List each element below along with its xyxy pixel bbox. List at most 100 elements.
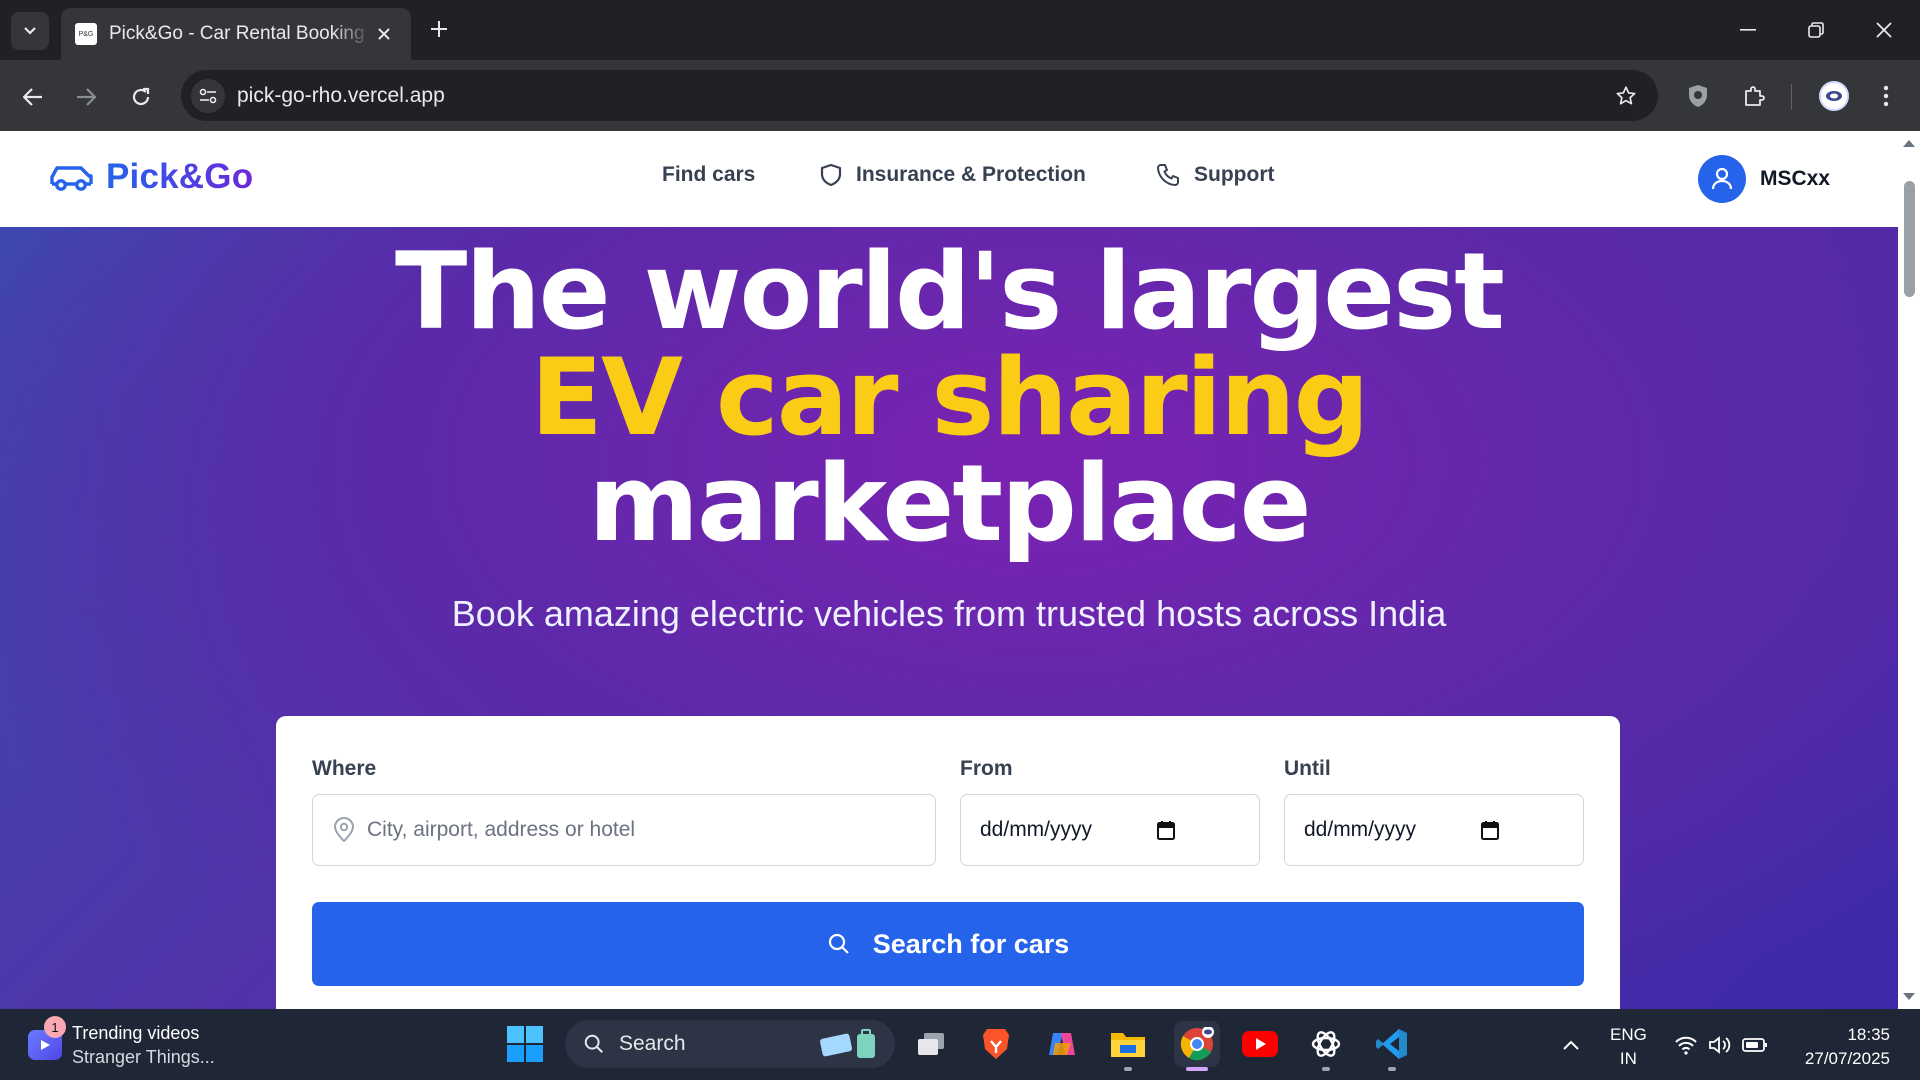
widget-title: Trending videos [72, 1023, 200, 1043]
app-running-indicator [1124, 1067, 1132, 1071]
input-language-indicator[interactable]: ENG IN [1610, 1023, 1647, 1071]
until-label: Until [1284, 757, 1331, 780]
search-for-cars-button[interactable]: Search for cars [312, 902, 1584, 986]
lang-line1: ENG [1610, 1025, 1647, 1044]
chatgpt-icon [1311, 1031, 1341, 1057]
extension-shield-button[interactable] [1678, 76, 1718, 116]
toolbar-divider [1791, 84, 1792, 110]
close-window-button[interactable] [1856, 8, 1912, 52]
back-button[interactable] [14, 78, 52, 116]
vscode-button[interactable] [1372, 1024, 1412, 1064]
vscode-icon [1376, 1029, 1407, 1059]
hero-title-line2: EV car sharing [530, 336, 1370, 459]
where-placeholder: City, airport, address or hotel [367, 818, 636, 841]
from-date-value: dd/mm/yyyy [980, 818, 1093, 841]
arrow-right-icon [77, 88, 96, 106]
bookmark-button[interactable] [1606, 76, 1646, 116]
tab-search-button[interactable] [11, 12, 49, 50]
extensions-button[interactable] [1734, 76, 1774, 116]
forward-button[interactable] [67, 78, 105, 116]
site-info-button[interactable] [191, 78, 225, 113]
widget-subtitle: Stranger Things... [72, 1047, 215, 1067]
tune-icon [199, 88, 217, 103]
hero-title-line1: The world's largest [395, 230, 1505, 353]
app-running-indicator [1322, 1067, 1330, 1071]
browser-tabstrip: P&G Pick&Go - Car Rental Booking Platfor… [0, 0, 1920, 60]
app-active-indicator [1186, 1067, 1208, 1071]
plus-icon [431, 21, 447, 37]
lang-line2: IN [1619, 1049, 1637, 1068]
where-label: Where [312, 757, 377, 780]
car-icon [50, 166, 93, 191]
browser-menu-button[interactable] [1866, 76, 1906, 116]
nav-insurance[interactable]: Insurance & Protection [820, 163, 1086, 187]
chrome-button[interactable] [1174, 1021, 1220, 1067]
calendar-icon[interactable] [1481, 820, 1499, 840]
windows-logo-icon [507, 1026, 543, 1062]
user-icon [1711, 167, 1733, 190]
task-view-button[interactable] [911, 1024, 951, 1064]
search-button-label: Search for cars [872, 928, 1070, 959]
page-viewport: Pick&Go Find cars Insurance & Protection… [0, 131, 1898, 1009]
arrow-left-icon [23, 88, 42, 106]
start-button[interactable] [507, 1026, 543, 1067]
from-date-input[interactable]: dd/mm/yyyy [960, 794, 1260, 866]
youtube-button[interactable] [1240, 1024, 1280, 1064]
brand-name: Pick&Go [106, 157, 254, 196]
system-clock[interactable]: 18:35 27/07/2025 [1790, 1023, 1890, 1071]
quick-settings-button[interactable] [1674, 1009, 1768, 1080]
puzzle-icon [1745, 86, 1765, 106]
show-hidden-icons-button[interactable] [1562, 1009, 1580, 1080]
user-name: MSCxx [1760, 167, 1831, 190]
file-explorer-button[interactable] [1108, 1024, 1148, 1064]
profile-avatar [1819, 81, 1849, 111]
reload-button[interactable] [122, 78, 160, 116]
youtube-icon [1242, 1031, 1278, 1057]
shield-icon [820, 163, 842, 187]
wifi-icon [1675, 1036, 1697, 1055]
profile-button[interactable] [1814, 76, 1854, 116]
chrome-icon [1180, 1027, 1214, 1061]
taskbar-search-label: Search [619, 1032, 686, 1055]
hero-title-line3: marketplace [588, 442, 1312, 565]
brave-browser-button[interactable] [976, 1024, 1016, 1064]
taskbar-search-box[interactable]: Search [565, 1020, 895, 1068]
clock-time: 18:35 [1847, 1025, 1890, 1044]
nav-insurance-label: Insurance & Protection [856, 163, 1086, 186]
close-icon [378, 28, 390, 40]
widgets-button[interactable]: 1 Trending videos Stranger Things... [28, 1016, 215, 1069]
site-favicon-icon: P&G [75, 23, 97, 45]
nav-support-label: Support [1194, 163, 1275, 186]
shield-icon [1689, 85, 1707, 107]
user-avatar [1698, 155, 1746, 203]
windows-taskbar: 1 Trending videos Stranger Things... Sea… [0, 1009, 1920, 1080]
scroll-up-icon[interactable] [1902, 137, 1916, 149]
address-bar[interactable]: pick-go-rho.vercel.app [181, 70, 1658, 121]
tab-title: Pick&Go - Car Rental Booking Platform [109, 23, 371, 44]
until-date-input[interactable]: dd/mm/yyyy [1284, 794, 1584, 866]
where-input[interactable]: City, airport, address or hotel [312, 794, 936, 866]
restore-button[interactable] [1788, 8, 1844, 52]
brand-logo-link[interactable]: Pick&Go [48, 157, 253, 197]
page-scrollbar[interactable] [1898, 131, 1920, 1009]
browser-tab-active[interactable]: P&G Pick&Go - Car Rental Booking Platfor… [61, 8, 411, 60]
minimize-button[interactable] [1720, 8, 1776, 52]
calendar-icon[interactable] [1157, 820, 1175, 840]
profile-logo-icon [1826, 91, 1842, 101]
nav-find-cars-label: Find cars [662, 163, 756, 186]
from-label: From [960, 757, 1013, 780]
user-menu[interactable]: MSCxx [1698, 155, 1830, 203]
scroll-down-icon[interactable] [1902, 991, 1916, 1003]
new-tab-button[interactable] [424, 14, 454, 44]
copilot-button[interactable] [1042, 1024, 1082, 1064]
search-form-card: Where City, airport, address or hotel Fr… [276, 716, 1620, 1009]
nav-support[interactable]: Support [1156, 163, 1274, 187]
url-text[interactable]: pick-go-rho.vercel.app [237, 84, 1606, 108]
clock-date: 27/07/2025 [1804, 1049, 1890, 1068]
phone-icon [1157, 164, 1179, 186]
chatgpt-button[interactable] [1306, 1024, 1346, 1064]
scrollbar-thumb[interactable] [1904, 181, 1915, 297]
tab-close-button[interactable] [371, 21, 397, 47]
chevron-up-icon [1563, 1040, 1579, 1050]
nav-find-cars[interactable]: Find cars [662, 163, 755, 187]
